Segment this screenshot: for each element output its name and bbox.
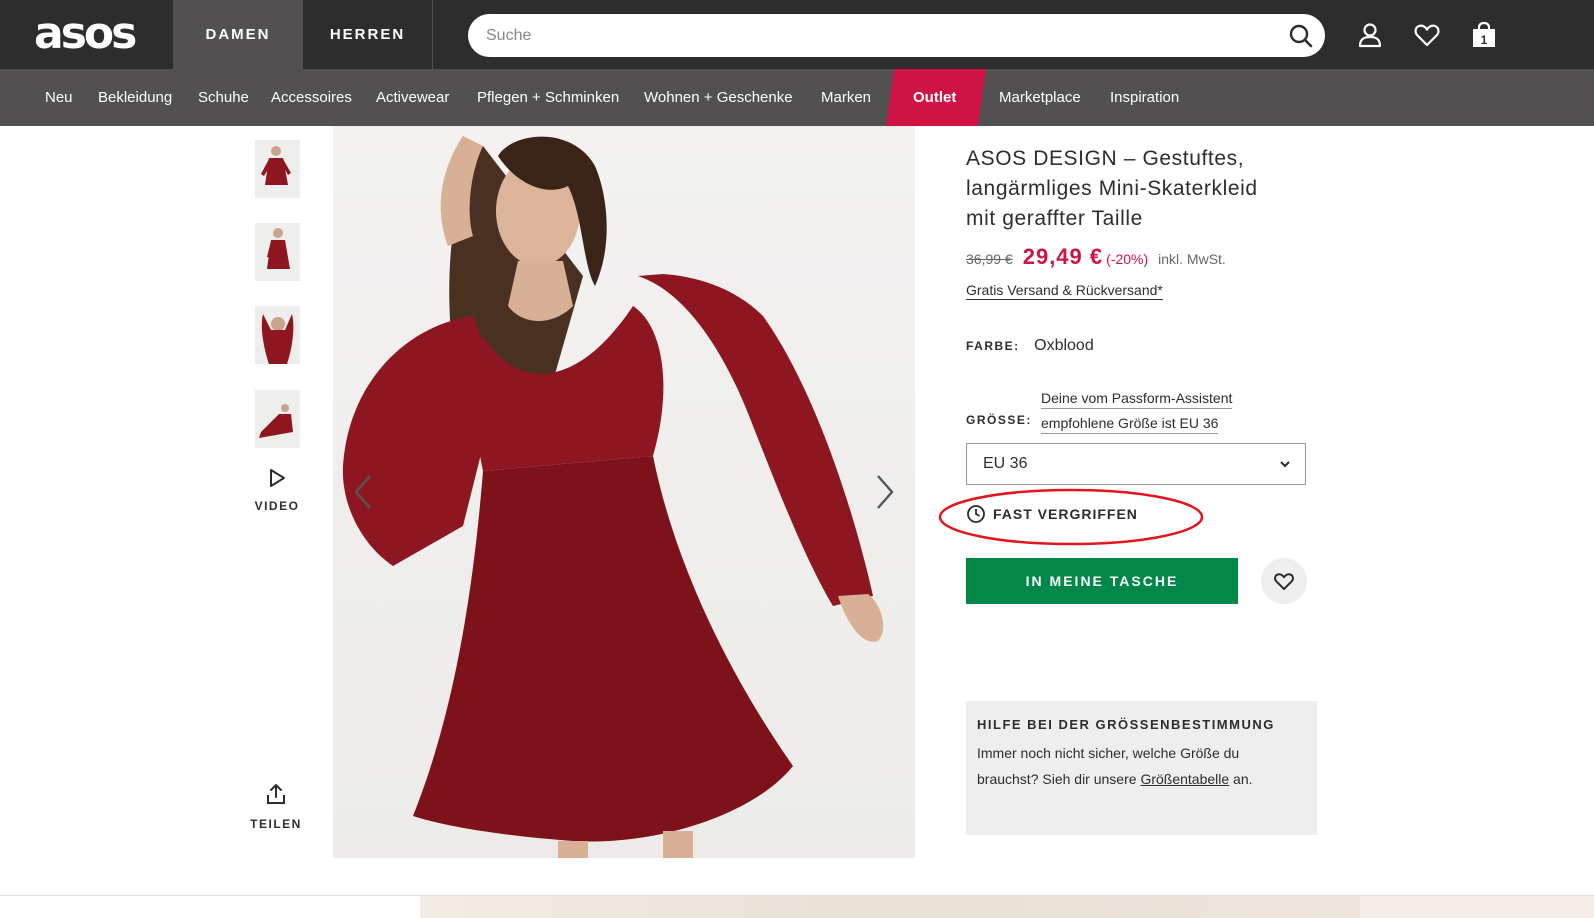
video-label: VIDEO	[254, 499, 300, 513]
colour-value: Oxblood	[1034, 337, 1094, 354]
search-icon[interactable]	[1287, 22, 1315, 50]
fit-hint-line1[interactable]: Deine vom Passform-Assistent	[1041, 388, 1233, 409]
size-selected-value: EU 36	[983, 455, 1028, 472]
account-icon[interactable]	[1355, 20, 1385, 50]
play-icon	[270, 469, 285, 487]
colour-row: FARBE: Oxblood	[966, 337, 1094, 355]
bag-count: 1	[1481, 33, 1488, 47]
nav-item-marken[interactable]: Marken	[821, 69, 871, 126]
bag-icon[interactable]: 1	[1469, 20, 1499, 50]
product-thumbnail-4[interactable]	[255, 390, 300, 448]
discount-percentage: (-20%)	[1106, 251, 1149, 267]
nav-item-inspiration[interactable]: Inspiration	[1110, 69, 1179, 126]
size-chart-link[interactable]: Größentabelle	[1140, 771, 1229, 787]
free-shipping-link[interactable]: Gratis Versand & Rückversand*	[966, 281, 1163, 300]
chevron-down-icon	[1280, 461, 1290, 468]
product-title: ASOS DESIGN – Gestuftes, langärmliges Mi…	[966, 147, 1258, 230]
nav-item-wohnen-geschenke[interactable]: Wohnen + Geschenke	[644, 69, 793, 126]
next-image-arrow[interactable]	[872, 472, 898, 512]
fit-hint-line2[interactable]: empfohlene Größe ist EU 36	[1041, 413, 1219, 434]
add-to-bag-button[interactable]: IN MEINE TASCHE	[966, 558, 1238, 604]
previous-image-arrow[interactable]	[350, 472, 376, 512]
size-dropdown[interactable]: EU 36	[966, 443, 1306, 485]
size-help-heading: HILFE BEI DER GRÖSSENBESTIMMUNG	[977, 717, 1275, 732]
colour-label: FARBE:	[966, 339, 1020, 353]
asos-logo[interactable]: asos	[34, 10, 137, 58]
share-icon	[267, 784, 285, 804]
save-for-later-button[interactable]	[1261, 558, 1307, 604]
fit-assistant-hint[interactable]: Deine vom Passform-Assistent empfohlene …	[1041, 386, 1233, 436]
low-stock-text: FAST VERGRIFFEN	[993, 506, 1138, 522]
model-in-dress-image	[342, 136, 884, 858]
nav-item-activewear[interactable]: Activewear	[376, 69, 449, 126]
tab-damen[interactable]: DAMEN	[173, 0, 303, 69]
nav-item-bekleidung[interactable]: Bekleidung	[98, 69, 172, 126]
price-row: 36,99 € 29,49 € (-20%) inkl. MwSt.	[966, 244, 1226, 274]
category-nav: Neu Bekleidung Schuhe Accessoires Active…	[0, 69, 1594, 126]
heart-icon[interactable]	[1412, 20, 1442, 50]
heart-icon	[1274, 573, 1294, 590]
size-label: GRÖSSE:	[966, 413, 1032, 427]
main-product-image[interactable]	[333, 126, 915, 858]
video-button[interactable]: VIDEO	[248, 468, 306, 513]
share-button[interactable]: TEILEN	[245, 782, 307, 831]
product-thumbnail-3[interactable]	[255, 306, 300, 364]
tab-herren[interactable]: HERREN	[303, 0, 433, 69]
size-help-text: Immer noch nicht sicher, welche Größe du…	[977, 740, 1277, 792]
nav-item-neu[interactable]: Neu	[45, 69, 73, 126]
size-help-box: HILFE BEI DER GRÖSSENBESTIMMUNG Immer no…	[966, 701, 1317, 835]
nav-item-accessoires[interactable]: Accessoires	[271, 69, 352, 126]
product-thumbnail-2[interactable]	[255, 223, 300, 281]
share-label: TEILEN	[250, 817, 302, 831]
product-thumbnail-1[interactable]	[255, 140, 300, 198]
original-price: 36,99 €	[966, 251, 1013, 267]
nav-item-pflegen-schminken[interactable]: Pflegen + Schminken	[477, 69, 619, 126]
sale-price: 29,49 €	[1022, 244, 1104, 269]
search-input[interactable]	[486, 14, 1276, 57]
low-stock-notice: FAST VERGRIFFEN	[966, 504, 1138, 524]
search-bar	[468, 14, 1325, 57]
nav-item-marketplace[interactable]: Marketplace	[999, 69, 1081, 126]
next-section-strip	[0, 895, 1594, 918]
size-help-text-after: an.	[1229, 771, 1253, 787]
nav-item-schuhe[interactable]: Schuhe	[198, 69, 249, 126]
top-bar: asos DAMEN HERREN 1	[0, 0, 1594, 69]
vat-note: inkl. MwSt.	[1158, 251, 1226, 267]
clock-icon	[967, 505, 985, 523]
nav-item-outlet[interactable]: Outlet	[913, 69, 956, 126]
